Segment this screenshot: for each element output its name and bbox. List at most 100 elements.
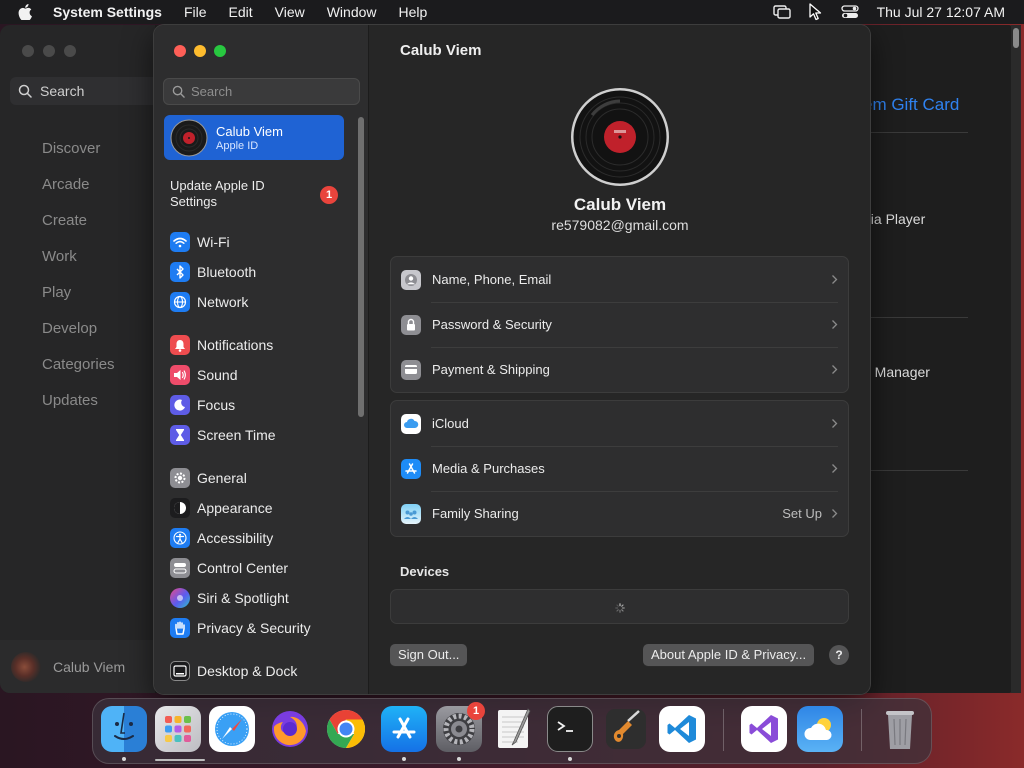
menu-view[interactable]: View (275, 4, 305, 20)
sidebar-item-appearance[interactable]: Appearance (170, 493, 311, 523)
dock-garageband-icon[interactable] (603, 706, 649, 752)
bg-app-title-2[interactable]: d Manager (863, 364, 930, 380)
divider (870, 132, 968, 133)
dock-visual-studio-icon[interactable] (741, 706, 787, 752)
moon-icon (170, 395, 190, 415)
devices-list (390, 589, 849, 624)
bg-nav-develop[interactable]: Develop (42, 311, 115, 347)
row-label: Payment & Shipping (432, 362, 550, 377)
menu-edit[interactable]: Edit (229, 4, 253, 20)
sidebar-item-wifi[interactable]: Wi-Fi (170, 227, 256, 257)
apple-id-name: Calub Viem (216, 123, 283, 139)
zoom-button[interactable] (214, 45, 226, 57)
sidebar-item-accessibility[interactable]: Accessibility (170, 523, 311, 553)
dock-chrome-icon[interactable] (323, 706, 369, 752)
bg-nav-work[interactable]: Work (42, 239, 115, 275)
sidebar-item-privacy-security[interactable]: Privacy & Security (170, 613, 311, 643)
bg-nav-updates[interactable]: Updates (42, 383, 115, 419)
sidebar-item-screen-time[interactable]: Screen Time (170, 420, 276, 450)
settings-search-input[interactable]: Search (163, 78, 360, 105)
dock-trash-icon[interactable] (877, 706, 923, 752)
bg-scrollbar[interactable] (1011, 25, 1021, 693)
sidebar-item-apple-id[interactable]: Calub Viem Apple ID (164, 115, 344, 160)
siri-icon (170, 588, 190, 608)
sidebar-item-network[interactable]: Network (170, 287, 256, 317)
sidebar-label: Accessibility (197, 530, 274, 546)
row-name-phone-email[interactable]: Name, Phone, Email (391, 257, 848, 302)
row-icloud[interactable]: iCloud (391, 401, 848, 446)
notification-badge: 1 (320, 186, 338, 204)
bg-nav-arcade[interactable]: Arcade (42, 167, 115, 203)
screen-mirroring-icon[interactable] (772, 5, 791, 19)
control-center-menu-icon[interactable] (840, 5, 859, 19)
about-apple-id-privacy-button[interactable]: About Apple ID & Privacy... (643, 644, 815, 666)
minimize-button[interactable] (194, 45, 206, 57)
sidebar-item-update-apple-id[interactable]: Update Apple ID Settings 1 (170, 178, 345, 210)
appearance-icon (170, 498, 190, 518)
creditcard-icon (401, 359, 421, 380)
dock-vscode-icon[interactable] (659, 706, 705, 752)
cursor-icon[interactable] (808, 3, 823, 21)
sidebar-label: Bluetooth (197, 264, 257, 280)
sidebar-label: Network (197, 294, 249, 310)
running-indicator (402, 757, 406, 761)
dock-app-store-icon[interactable] (381, 706, 427, 752)
sidebar-item-notifications[interactable]: Notifications (170, 330, 276, 360)
sidebar-label: Screen Time (197, 427, 276, 443)
row-password-security[interactable]: Password & Security (391, 302, 848, 347)
sidebar-item-siri[interactable]: Siri & Spotlight (170, 583, 311, 613)
sidebar-item-control-center[interactable]: Control Center (170, 553, 311, 583)
help-button[interactable]: ? (829, 645, 849, 665)
sign-out-button[interactable]: Sign Out... (390, 644, 468, 666)
sidebar-label: Appearance (197, 500, 273, 516)
sidebar-item-desktop-dock[interactable]: Desktop & Dock (170, 656, 297, 686)
sidebar-label: Wi-Fi (197, 234, 230, 250)
sidebar-scrollbar[interactable] (358, 117, 364, 417)
dock-focus-indicator (155, 759, 205, 761)
bg-search-field[interactable]: Search (10, 77, 160, 105)
bg-nav-play[interactable]: Play (42, 275, 115, 311)
scrollbar-thumb[interactable] (1013, 28, 1019, 48)
sidebar-item-bluetooth[interactable]: Bluetooth (170, 257, 256, 287)
bg-nav-discover[interactable]: Discover (42, 131, 115, 167)
dock-icon (170, 661, 190, 681)
sidebar-label: Focus (197, 397, 236, 413)
dock-launchpad-icon[interactable] (155, 706, 201, 752)
bg-content (870, 25, 1018, 693)
menu-file[interactable]: File (184, 4, 207, 20)
sidebar-item-sound[interactable]: Sound (170, 360, 276, 390)
chevron-right-icon (831, 274, 838, 285)
bg-nav-create[interactable]: Create (42, 203, 115, 239)
dock-textedit-icon[interactable] (491, 706, 537, 752)
devices-heading: Devices (400, 564, 450, 579)
dock-safari-icon[interactable] (209, 706, 255, 752)
dock-finder-icon[interactable] (101, 706, 147, 752)
dock-weather-icon[interactable] (797, 706, 843, 752)
menu-window[interactable]: Window (327, 4, 377, 20)
bg-account-row[interactable]: Calub Viem (0, 640, 155, 693)
apple-menu-icon[interactable] (18, 4, 38, 20)
control-center-icon (170, 558, 190, 578)
bg-app-title-1[interactable]: dia Player (863, 211, 925, 227)
row-payment-shipping[interactable]: Payment & Shipping (391, 347, 848, 392)
globe-icon (170, 292, 190, 312)
family-icon (401, 503, 421, 524)
dock-firefox-icon[interactable] (267, 706, 313, 752)
menu-app-name[interactable]: System Settings (53, 4, 162, 20)
bg-nav-categories[interactable]: Categories (42, 347, 115, 383)
bg-search-label: Search (40, 83, 85, 99)
bg-sidebar: Search Discover Arcade Create Work Play … (0, 25, 160, 693)
speaker-icon (170, 365, 190, 385)
menu-help[interactable]: Help (399, 4, 428, 20)
row-media-purchases[interactable]: Media & Purchases (391, 446, 848, 491)
sidebar-item-focus[interactable]: Focus (170, 390, 276, 420)
running-indicator (457, 757, 461, 761)
row-family-sharing[interactable]: Family Sharing Set Up (391, 491, 848, 536)
close-button[interactable] (174, 45, 186, 57)
sidebar-item-general[interactable]: General (170, 463, 311, 493)
dock-terminal-icon[interactable] (547, 706, 593, 752)
menu-clock[interactable]: Thu Jul 27 12:07 AM (877, 4, 1005, 20)
bg-gift-card-link[interactable]: em Gift Card (863, 95, 959, 115)
profile-picture[interactable] (570, 87, 670, 187)
dock: 1 (92, 698, 932, 764)
